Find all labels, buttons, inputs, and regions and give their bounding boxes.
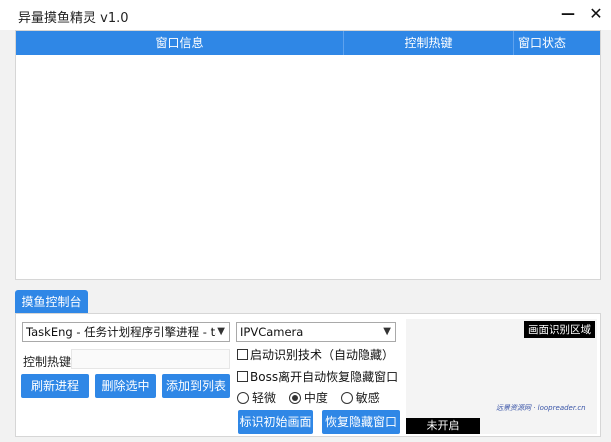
checkbox-icon [237,349,248,360]
detection-area-label: 画面识别区域 [524,321,595,338]
auto-detect-label: 启动识别技术（自动隐藏） [250,348,395,362]
process-select-value: TaskEng - 任务计划程序引擎进程 - taskeng [26,325,216,339]
control-panel: TaskEng - 任务计划程序引擎进程 - taskeng ▼ IPVCame… [15,313,601,437]
close-icon[interactable]: ✕ [584,3,608,27]
app-window: 异量摸鱼精灵 v1.0 — ✕ 窗口信息 控制热键 窗口状态 摸鱼控制台 Tas… [0,0,611,442]
hotkey-input[interactable] [71,349,230,369]
radio-selected-icon [288,392,301,404]
column-window-status[interactable]: 窗口状态 [514,31,570,55]
delete-selected-button[interactable]: 删除选中 [95,374,156,398]
checkbox-icon [237,371,248,382]
window-title: 异量摸鱼精灵 v1.0 [18,11,129,26]
radio-icon [237,392,249,404]
radio-sensitive-label: 敏感 [355,391,380,405]
camera-preview: 画面识别区域 远景资源网 · loopreader.cn 未开启 [406,319,597,434]
camera-select-value: IPVCamera [240,325,304,339]
column-window-info[interactable]: 窗口信息 [16,31,344,55]
watermark: 远景资源网 · loopreader.cn [496,404,586,412]
radio-slight[interactable]: 轻微 [237,389,276,406]
radio-medium[interactable]: 中度 [288,389,328,406]
radio-icon [340,392,353,404]
list-header: 窗口信息 控制热键 窗口状态 [16,31,600,55]
auto-detect-checkbox[interactable]: 启动识别技术（自动隐藏） [237,346,394,363]
restore-hidden-window-button[interactable]: 恢复隐藏窗口 [322,410,400,434]
title-bar: 异量摸鱼精灵 v1.0 — ✕ [0,0,611,30]
refresh-process-button[interactable]: 刷新进程 [21,374,89,398]
hotkey-label: 控制热键 [23,355,72,369]
boss-leave-label: Boss离开自动恢复隐藏窗口 [250,370,399,384]
boss-leave-checkbox[interactable]: Boss离开自动恢复隐藏窗口 [237,368,398,385]
chevron-down-icon: ▼ [217,326,225,337]
radio-sensitive[interactable]: 敏感 [340,389,380,406]
process-select[interactable]: TaskEng - 任务计划程序引擎进程 - taskeng ▼ [22,322,230,342]
radio-slight-label: 轻微 [252,391,277,405]
column-hotkey[interactable]: 控制热键 [344,31,514,55]
camera-select[interactable]: IPVCamera ▼ [236,322,396,342]
detection-status-badge: 未开启 [406,418,480,434]
window-list[interactable]: 窗口信息 控制热键 窗口状态 [15,30,601,280]
sensitivity-radio-group: 轻微 中度 敏感 [237,389,389,406]
mark-initial-frame-button[interactable]: 标识初始画面 [238,410,313,434]
chevron-down-icon: ▼ [383,326,391,337]
minimize-icon[interactable]: — [556,3,580,27]
radio-medium-label: 中度 [303,391,328,405]
add-to-list-button[interactable]: 添加到列表 [162,374,230,398]
tab-control-console[interactable]: 摸鱼控制台 [15,290,88,314]
